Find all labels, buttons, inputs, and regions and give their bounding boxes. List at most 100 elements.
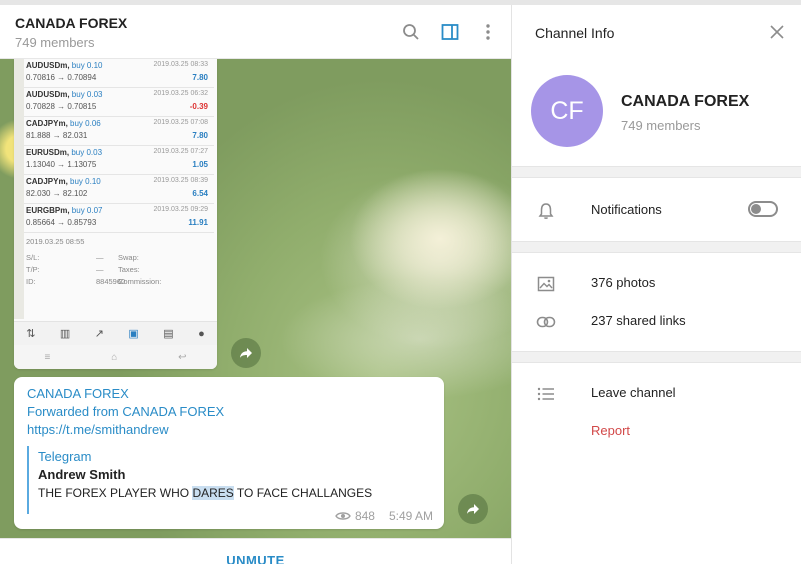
news-icon: ▤	[163, 328, 174, 340]
chat-pane: CANADA FOREX 749 members AUDUSDm, buy 0.…	[0, 5, 511, 564]
chat-header[interactable]: CANADA FOREX 749 members	[0, 5, 511, 59]
sidebar-toggle-icon[interactable]	[439, 21, 461, 43]
chat-member-count: 749 members	[15, 35, 95, 50]
trade-side: buy 0.10	[70, 177, 101, 186]
summary-label: S/L:	[26, 253, 40, 262]
trade-prices: 1.13040 → 1.13075	[26, 160, 97, 169]
trade-screenshot-image[interactable]: AUDUSDm, buy 0.10 0.70816 → 0.70894 2019.0…	[14, 59, 217, 369]
trade-side: buy 0.07	[71, 206, 103, 215]
summary-field: Taxes:	[118, 265, 140, 274]
message-meta: 848 5:49 AM	[335, 509, 433, 523]
trade-row: CADJPYm, buy 0.06 81.888 → 82.031 2019.03.…	[24, 117, 214, 146]
forward-icon[interactable]	[231, 338, 261, 368]
trade-row: EURUSDm, buy 0.03 1.13040 → 1.13075 2019.0…	[24, 146, 214, 175]
trade-prices: 0.70828 → 0.70815	[26, 102, 97, 111]
forward-icon[interactable]	[458, 494, 488, 524]
shared-links-row[interactable]: 237 shared links	[512, 303, 801, 339]
trade-profit: 6.54	[192, 189, 208, 198]
trade-date: 2019.03.25 08:33	[153, 61, 209, 68]
leave-channel-label: Leave channel	[591, 385, 676, 400]
screenshot-navbar: ≡ ⌂ ↩	[14, 345, 217, 369]
trade-side: buy 0.10	[71, 61, 103, 70]
trade-pair: CADJPYm, buy 0.06	[26, 119, 101, 128]
summary-field: Swap:	[118, 253, 139, 262]
photos-row[interactable]: 376 photos	[512, 265, 801, 301]
channel-name: CANADA FOREX	[621, 93, 750, 110]
preview-text-before: THE FOREX PLAYER WHO	[38, 486, 193, 500]
preview-title: Andrew Smith	[38, 467, 126, 482]
screenshot-edge	[14, 59, 24, 319]
trade-pair: EURGBPm, buy 0.07	[26, 206, 103, 215]
more-menu-icon[interactable]	[477, 21, 499, 43]
chart-icon: ▥	[59, 328, 71, 340]
summary-field: Commission:	[118, 277, 162, 286]
notifications-toggle[interactable]	[748, 201, 778, 217]
summary-label: T/P:	[26, 265, 40, 274]
channel-avatar[interactable]: CF	[531, 75, 603, 147]
close-icon[interactable]	[767, 22, 787, 42]
last-date: 2019.03.25 08:55	[26, 237, 85, 246]
section-separator	[512, 241, 801, 253]
back-icon: ↩	[178, 351, 187, 363]
leave-channel-row[interactable]: Leave channel	[512, 375, 801, 411]
report-label: Report	[591, 423, 631, 438]
preview-site-name: Telegram	[38, 449, 92, 464]
trade-profit: 7.80	[192, 131, 208, 140]
trade-profit: 11.91	[188, 218, 208, 227]
trade-row: AUDUSDm, buy 0.03 0.70828 → 0.70815 2019.0…	[24, 88, 214, 117]
chat-icon: ●	[198, 327, 205, 340]
menu-icon: ≡	[44, 351, 51, 363]
photo-icon	[536, 274, 556, 294]
preview-text-highlight: DARES	[192, 486, 234, 500]
forwarded-message[interactable]: CANADA FOREX Forwarded from CANADA FOREX…	[14, 377, 444, 529]
trade-side: buy 0.03	[71, 148, 103, 157]
forwarded-from[interactable]: Forwarded from CANADA FOREX	[27, 404, 224, 419]
trade-date: 2019.03.25 07:08	[153, 119, 209, 126]
unmute-button[interactable]: UNMUTE	[0, 553, 511, 564]
trade-pair: EURUSDm, buy 0.03	[26, 148, 103, 157]
trade-profit: 1.05	[192, 160, 208, 169]
trade-date: 2019.03.25 07:27	[153, 148, 209, 155]
trade-pair: CADJPYm, buy 0.10	[26, 177, 101, 186]
report-row[interactable]: Report	[512, 413, 801, 449]
channel-info-panel: Channel Info CF CANADA FOREX 749 members…	[512, 5, 801, 564]
message-sender[interactable]: CANADA FOREX	[27, 386, 129, 401]
screenshot-tabbar: ⇅ ▥ ↗ ▣ ▤ ●	[14, 321, 217, 345]
summary-label: ID:	[26, 277, 36, 286]
bell-icon	[536, 201, 556, 221]
list-icon	[536, 384, 556, 404]
trade-prices: 81.888 → 82.031	[26, 131, 88, 140]
view-count: 848	[354, 509, 375, 523]
summary-value: —	[96, 253, 104, 262]
trade-profit: 7.80	[192, 73, 208, 82]
trade-summary: 2019.03.25 08:55 S/L:—Swap:0.00T/P:—Taxe…	[26, 237, 212, 289]
trade-pair: AUDUSDm, buy 0.03	[26, 90, 103, 99]
shared-links-label: 237 shared links	[591, 313, 686, 328]
link-preview[interactable]: Telegram Andrew Smith THE FOREX PLAYER W…	[27, 446, 427, 514]
chat-composer: UNMUTE	[0, 538, 511, 564]
history-icon: ▣	[128, 328, 139, 340]
trade-icon: ↗	[94, 328, 104, 340]
trade-date: 2019.03.25 06:32	[153, 90, 209, 97]
chat-title[interactable]: CANADA FOREX	[15, 15, 127, 31]
info-panel-title: Channel Info	[535, 25, 615, 41]
summary-value: —	[96, 265, 104, 274]
search-icon[interactable]	[400, 21, 422, 43]
message-link[interactable]: https://t.me/smithandrew	[27, 422, 169, 437]
trade-side: buy 0.03	[71, 90, 103, 99]
preview-text-after: TO FACE CHALLANGES	[233, 486, 373, 500]
trade-side: buy 0.06	[70, 119, 101, 128]
trade-date: 2019.03.25 09:29	[153, 206, 209, 213]
photos-label: 376 photos	[591, 275, 656, 290]
summary-row: S/L:—Swap:0.00	[26, 253, 217, 265]
trade-row: CADJPYm, buy 0.10 82.030 → 82.102 2019.03.…	[24, 175, 214, 204]
trade-pair: AUDUSDm, buy 0.10	[26, 61, 103, 70]
channel-member-count: 749 members	[621, 118, 701, 133]
trade-row: AUDUSDm, buy 0.10 0.70816 → 0.70894 2019.0…	[24, 59, 214, 88]
trade-prices: 82.030 → 82.102	[26, 189, 88, 198]
trade-profit: -0.39	[189, 102, 208, 111]
notifications-label: Notifications	[591, 202, 662, 217]
section-separator	[512, 166, 801, 178]
section-separator	[512, 351, 801, 363]
trade-prices: 0.85664 → 0.85793	[26, 218, 97, 227]
